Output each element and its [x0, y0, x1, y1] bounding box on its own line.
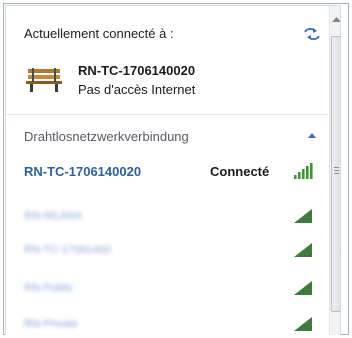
network-item[interactable]: RN-Public — [14, 272, 326, 304]
scroll-thumb[interactable] — [331, 36, 340, 312]
network-item[interactable]: RN-WLAN4 — [14, 200, 326, 232]
wifi-signal-icon — [294, 243, 312, 257]
network-connection-state: Connecté — [210, 164, 270, 179]
wifi-signal-icon — [294, 209, 312, 223]
currently-connected-title: Actuellement connecté à : — [24, 26, 174, 41]
network-name: RN-Private — [24, 318, 78, 330]
wifi-signal-icon — [294, 163, 313, 179]
grip-icon — [334, 167, 339, 174]
current-network-status: Pas d'accès Internet — [78, 82, 196, 97]
chevron-up-icon[interactable] — [307, 131, 317, 139]
wifi-signal-icon — [294, 317, 312, 331]
wireless-section-label: Drahtlosnetzwerkverbindung — [24, 129, 189, 144]
refresh-icon[interactable] — [302, 26, 322, 42]
divider — [6, 114, 328, 115]
network-name: RN-WLAN4 — [24, 210, 82, 222]
current-network-name: RN-TC-1706140020 — [78, 63, 196, 78]
bench-network-icon — [26, 68, 62, 92]
network-name: RN-Public — [24, 282, 74, 294]
network-name: RN-TC-1706140020 — [24, 164, 142, 179]
network-item[interactable]: RN-Private — [14, 308, 326, 335]
network-item[interactable]: RN-TC-1706140020 Connecté — [14, 156, 326, 188]
wifi-signal-icon — [294, 281, 312, 295]
network-item[interactable]: RN-TC-17061400 — [14, 234, 326, 266]
network-name: RN-TC-17061400 — [24, 244, 111, 256]
network-flyout-panel: Actuellement connecté à : RN-TC-17061400… — [5, 5, 341, 335]
scrollbar[interactable] — [329, 6, 341, 335]
wireless-section-header[interactable]: Drahtlosnetzwerkverbindung — [24, 126, 324, 146]
current-connection: RN-TC-1706140020 Pas d'accès Internet — [24, 58, 314, 106]
scroll-up-arrow-icon[interactable] — [332, 16, 341, 22]
